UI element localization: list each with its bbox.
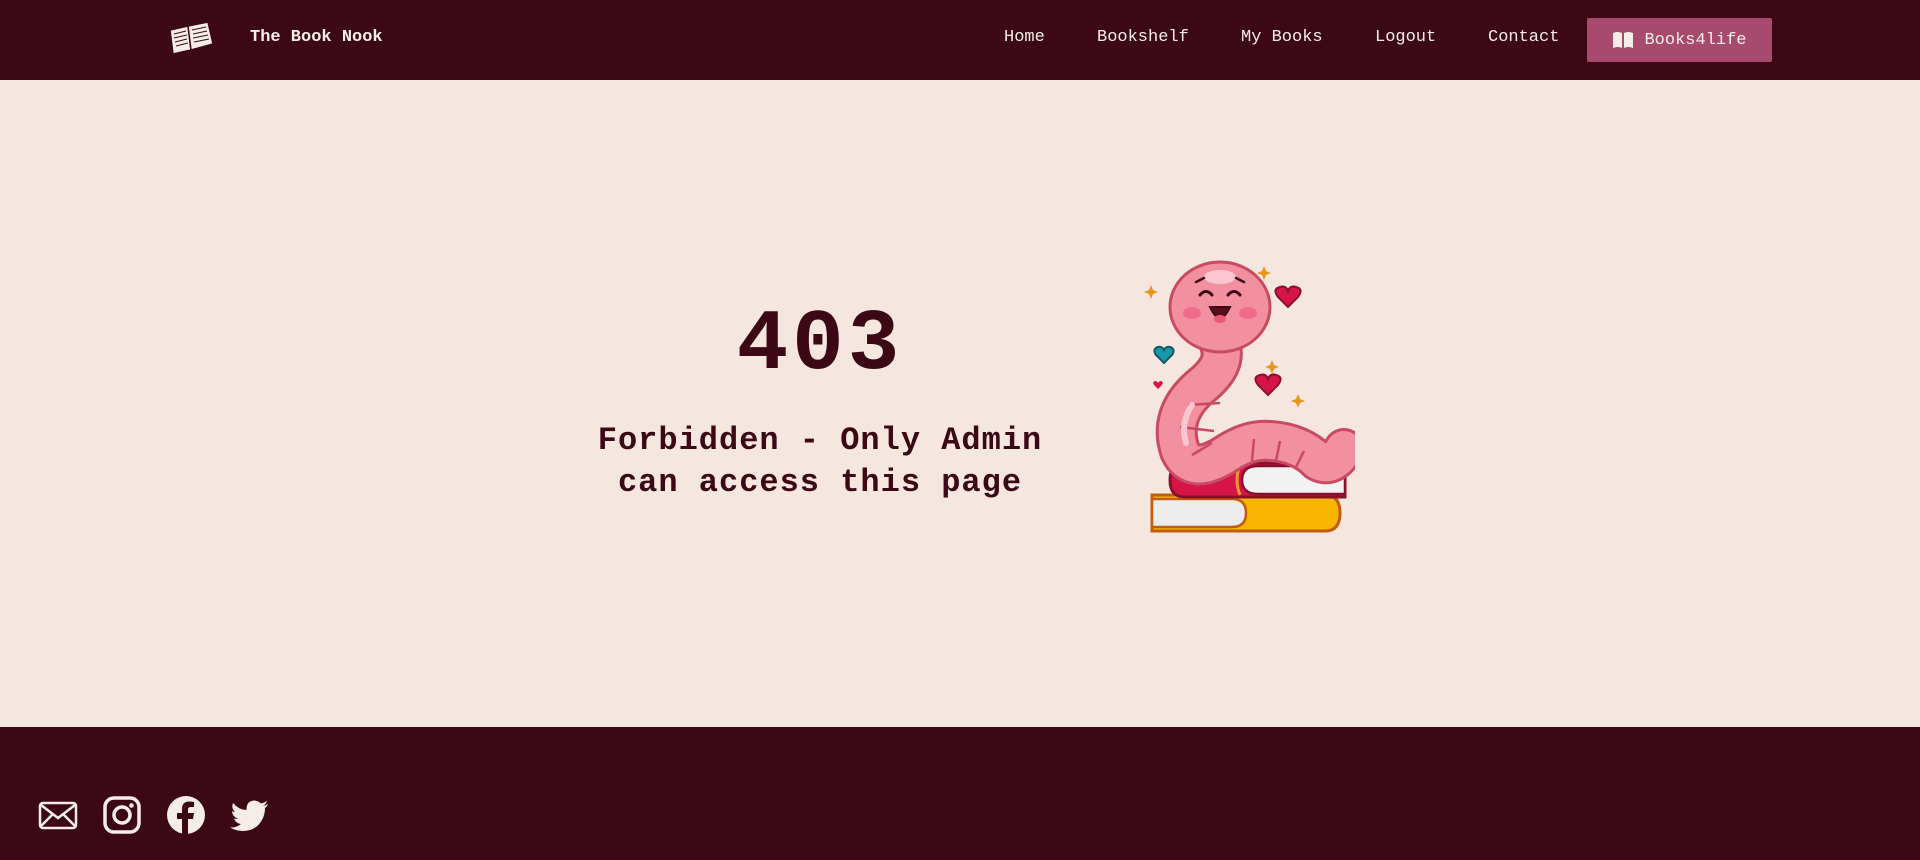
facebook-icon[interactable]	[166, 795, 206, 835]
error-message: Forbidden - Only Admin can access this p…	[565, 420, 1075, 504]
books4life-label: Books4life	[1644, 30, 1747, 50]
mail-icon[interactable]	[38, 795, 78, 835]
instagram-icon[interactable]	[102, 795, 142, 835]
error-code: 403	[736, 296, 904, 394]
nav-link-logout[interactable]: Logout	[1375, 28, 1436, 47]
nav-link-home[interactable]: Home	[1004, 28, 1045, 47]
brand-name: The Book Nook	[250, 28, 383, 47]
error-message-line-1: Forbidden - Only Admin	[597, 422, 1043, 459]
books4life-button[interactable]: Books4life	[1587, 18, 1772, 62]
brand[interactable]: The Book Nook	[166, 18, 383, 58]
nav-link-my-books[interactable]: My Books	[1241, 28, 1323, 47]
error-message-line-2: can access this page	[617, 464, 1023, 501]
twitter-icon[interactable]	[230, 795, 270, 835]
error-section: 403 Forbidden - Only Admin can access th…	[0, 80, 1920, 727]
nav-link-bookshelf[interactable]: Bookshelf	[1097, 28, 1189, 47]
open-book-icon	[169, 21, 214, 55]
book-icon	[1613, 32, 1634, 48]
nav-link-contact[interactable]: Contact	[1488, 28, 1559, 47]
bookworm-illustration	[1144, 260, 1355, 533]
top-navbar: The Book Nook Home Bookshelf My Books Lo…	[0, 0, 1920, 80]
footer	[0, 727, 1920, 860]
